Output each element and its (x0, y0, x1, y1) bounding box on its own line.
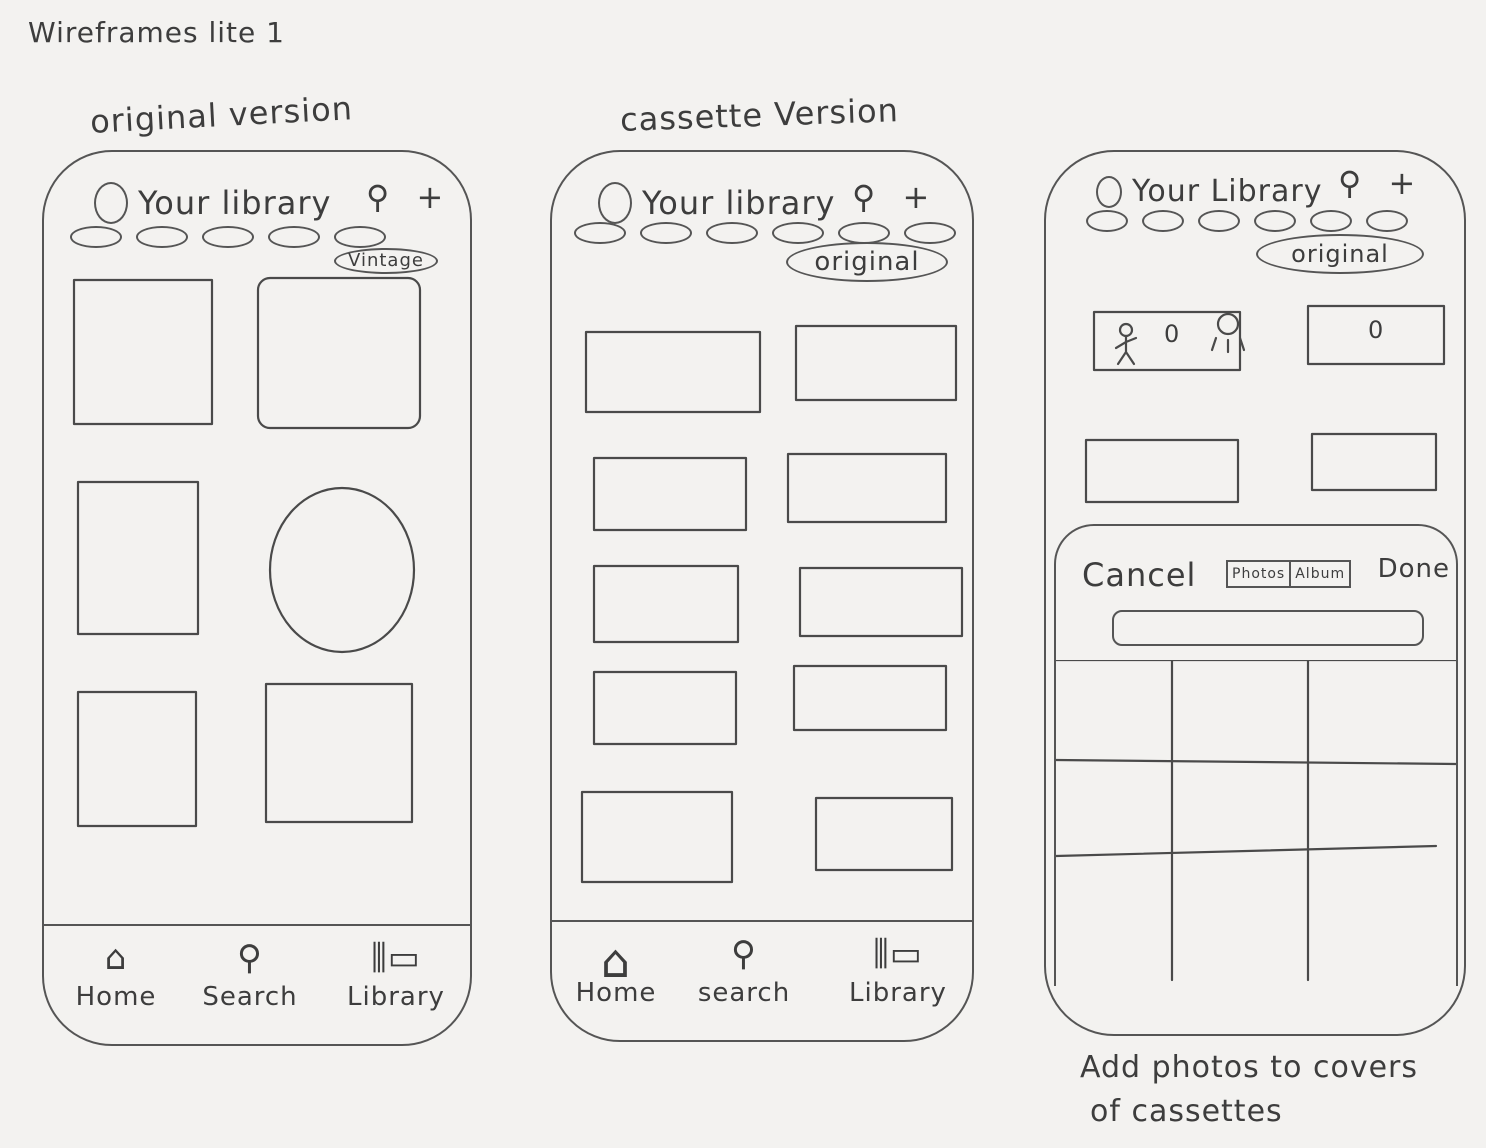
nav-label: Home (575, 978, 657, 1008)
bottom-nav: ⌂ Home ⚲ search ⫼▭ Library (552, 920, 972, 1040)
cassette-tile[interactable] (584, 330, 762, 414)
nav-home[interactable]: ⌂ Home (556, 934, 676, 1008)
album-segment[interactable]: Album (1289, 562, 1349, 586)
cassette-grid (1084, 304, 1446, 504)
cassette-tile[interactable] (592, 670, 738, 746)
note-line: of cassettes (1090, 1094, 1283, 1129)
nav-search[interactable]: ⚲ Search (190, 938, 310, 1012)
search-input[interactable] (1112, 610, 1424, 646)
album-grid (72, 276, 422, 828)
phone-original-version: Your library ⚲ + Vintage ⌂ Home ⚲ Search… (42, 150, 472, 1046)
caption-cassette-version: cassette Version (619, 91, 900, 139)
nav-library[interactable]: ⫼▭ Library (838, 934, 958, 1008)
album-tile[interactable] (256, 276, 422, 430)
note-line: Add photos to covers (1080, 1050, 1418, 1085)
home-icon: ⌂ (600, 934, 632, 988)
album-tile[interactable] (72, 278, 214, 426)
photo-picker-sheet: Cancel Photos Album Done (1054, 524, 1458, 986)
cancel-button[interactable]: Cancel (1082, 556, 1196, 594)
cassette-tile[interactable] (592, 564, 740, 644)
photo-cell[interactable] (1308, 660, 1456, 760)
cassette-reel-icon: 0 (1368, 316, 1385, 344)
annotation-note: Add photos to covers of cassettes (1080, 1046, 1418, 1134)
nav-label: Search (202, 982, 298, 1012)
cassette-tile[interactable] (798, 566, 964, 638)
album-tile[interactable] (264, 682, 414, 824)
photo-cell[interactable] (1308, 760, 1456, 856)
photo-cell[interactable] (1056, 856, 1172, 980)
nav-library[interactable]: ⫼▭ Library (336, 938, 456, 1012)
photo-grid (1056, 660, 1456, 982)
cassette-tile[interactable] (814, 796, 954, 872)
caption-original-version: original version (89, 89, 354, 141)
nav-home[interactable]: ⌂ Home (56, 938, 176, 1012)
photo-cell[interactable] (1056, 760, 1172, 856)
album-tile[interactable] (76, 690, 198, 828)
cassette-tile[interactable] (794, 324, 958, 402)
stick-figure-icon (1114, 322, 1138, 366)
done-button[interactable]: Done (1378, 554, 1450, 584)
photo-cell[interactable] (1308, 856, 1456, 980)
cassette-tile[interactable] (1310, 432, 1438, 492)
cassette-tile[interactable] (592, 456, 748, 532)
album-tile[interactable] (268, 486, 416, 654)
photo-cell[interactable] (1172, 856, 1308, 980)
photo-cell[interactable] (1172, 660, 1308, 760)
page-title: Wireframes lite 1 (28, 16, 285, 49)
phone-add-photos: Your Library ⚲ + original 0 0 Cancel Pho… (1044, 150, 1466, 1036)
nav-label: Library (347, 982, 445, 1012)
cassette-tile[interactable] (792, 664, 948, 732)
search-icon: ⚲ (731, 934, 757, 974)
cassette-grid (580, 324, 964, 884)
library-icon: ⫼▭ (873, 934, 923, 974)
cassette-tile[interactable] (580, 790, 734, 884)
phone-cassette-version: Your library ⚲ + original ⌂ Home ⚲ searc… (550, 150, 974, 1042)
photo-cell[interactable] (1172, 760, 1308, 856)
cassette-tile[interactable] (786, 452, 948, 524)
album-tile[interactable] (76, 480, 200, 636)
photos-album-segmented-control: Photos Album (1226, 560, 1352, 588)
cassette-reel-icon: 0 (1164, 320, 1181, 348)
cassette-tile[interactable] (1084, 438, 1240, 504)
home-icon: ⌂ (104, 938, 128, 978)
nav-label: search (697, 978, 791, 1008)
nav-search[interactable]: ⚲ search (684, 934, 804, 1008)
nav-label: Library (849, 978, 947, 1008)
bottom-nav: ⌂ Home ⚲ Search ⫼▭ Library (44, 924, 470, 1044)
search-icon: ⚲ (237, 938, 263, 978)
photo-cell[interactable] (1056, 660, 1172, 760)
photos-segment[interactable]: Photos (1228, 562, 1289, 586)
nav-label: Home (75, 982, 157, 1012)
library-icon: ⫼▭ (371, 938, 421, 978)
